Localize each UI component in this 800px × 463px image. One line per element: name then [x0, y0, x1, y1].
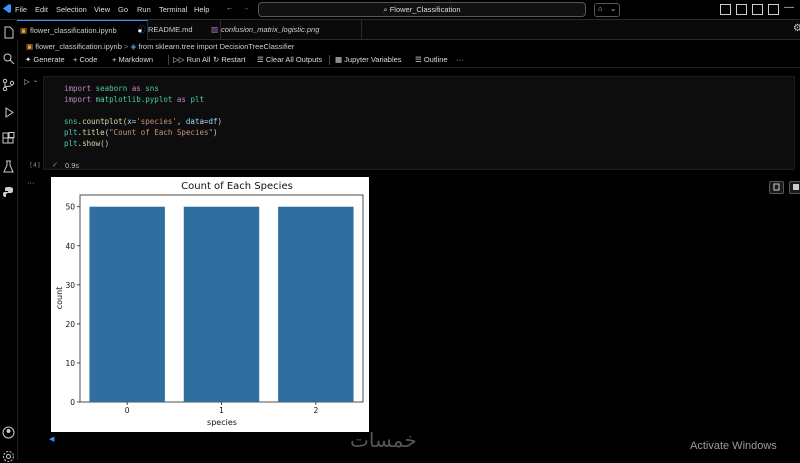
tab-flower-classification[interactable]: ▣ flower_classification.ipynb ● — [17, 20, 148, 40]
chart-title: Count of Each Species — [181, 181, 293, 192]
variables-icon: ▦ — [335, 55, 345, 64]
account-icon[interactable] — [2, 426, 15, 439]
tab-label: flower_classification.ipynb — [30, 26, 117, 35]
breadcrumb-file[interactable]: flower_classification.ipynb — [35, 42, 122, 51]
outline-button[interactable]: ☰ Outline — [415, 53, 448, 67]
y-tick-label: 0 — [70, 398, 75, 407]
notebook-file-icon: ▣ — [20, 26, 28, 35]
back-arrow-icon[interactable]: ← — [226, 3, 234, 12]
bar — [89, 206, 165, 402]
notebook-toolbar: ✦ Generate + Code + Markdown ▷▷ Run All … — [17, 53, 800, 68]
code-line: sns.countplot(x='species', data=df) — [64, 117, 223, 126]
chevron-down-icon[interactable]: ⌄ — [33, 77, 38, 84]
code-line: import seaborn as sns — [64, 84, 159, 93]
y-tick-label: 30 — [65, 281, 75, 290]
run-all-icon: ▷▷ — [173, 55, 187, 64]
check-icon: ✓ — [52, 160, 59, 169]
chevron-down-icon: ⌄ — [610, 4, 617, 13]
jupyter-variables-button[interactable]: ▦ Jupyter Variables — [335, 53, 402, 67]
menu-file[interactable]: File — [15, 3, 27, 16]
y-tick-label: 20 — [65, 320, 75, 329]
menu-view[interactable]: View — [94, 3, 110, 16]
x-tick-label: 0 — [125, 406, 130, 415]
activate-windows-watermark: Activate Windows — [690, 440, 777, 452]
info-file-icon: ⓘ — [138, 25, 146, 34]
breadcrumb: ▣ flower_classification.ipynb > ◈ from s… — [26, 40, 294, 53]
x-tick-label: 2 — [313, 406, 318, 415]
tab-label: README.md — [148, 25, 193, 34]
copy-icon — [773, 183, 780, 191]
execution-time: 0.9s — [65, 161, 80, 170]
clear-all-icon: ☰ — [257, 55, 266, 64]
customize-layout-icon[interactable] — [768, 4, 779, 15]
menu-go[interactable]: Go — [118, 3, 128, 16]
breadcrumb-symbol[interactable]: from sklearn.tree import DecisionTreeCla… — [138, 42, 294, 51]
forward-arrow-icon[interactable]: → — [242, 3, 250, 12]
y-tick-label: 40 — [65, 242, 75, 251]
copy-output-button[interactable] — [769, 181, 784, 194]
title-bar: File Edit Selection View Go Run Terminal… — [0, 0, 800, 20]
save-icon — [793, 184, 799, 190]
toggle-secondary-sidebar-icon[interactable] — [752, 4, 763, 15]
toggle-panel-icon[interactable] — [736, 4, 747, 15]
add-markdown-button[interactable]: + Markdown — [112, 53, 153, 67]
toolbar-divider — [329, 55, 330, 65]
run-all-button[interactable]: ▷▷ Run All — [173, 53, 210, 67]
output-more-button[interactable]: ··· — [27, 178, 35, 187]
menu-help[interactable]: Help — [194, 3, 209, 16]
tab-label: confusion_matrix_logistic.png — [221, 25, 320, 34]
bar — [278, 206, 354, 402]
menu-edit[interactable]: Edit — [35, 3, 48, 16]
y-axis-label: count — [55, 287, 64, 310]
extensions-icon[interactable] — [2, 132, 15, 145]
code-line: import matplotlib.pyplot as plt — [64, 95, 204, 104]
copilot-icon: ⌂ — [598, 4, 603, 13]
save-output-button[interactable] — [789, 181, 800, 194]
clear-outputs-button[interactable]: ☰ Clear All Outputs — [257, 53, 322, 67]
editor-tabs: ▣ flower_classification.ipynb ● ⓘ README… — [17, 20, 800, 40]
y-tick-label: 10 — [65, 359, 75, 368]
notebook-file-icon: ▣ — [26, 42, 34, 51]
scroll-left-icon[interactable]: ◀ — [49, 435, 54, 443]
bar — [183, 206, 260, 402]
toolbar-divider — [168, 55, 169, 65]
activity-bar — [0, 20, 18, 463]
add-code-button[interactable]: + Code — [73, 53, 97, 67]
minimize-icon[interactable]: — — [784, 2, 794, 13]
execution-count: [4] — [29, 161, 41, 169]
menu-run[interactable]: Run — [137, 3, 151, 16]
more-actions-button[interactable]: ··· — [456, 53, 464, 67]
menu-terminal[interactable]: Terminal — [159, 3, 187, 16]
tab-confusion-matrix[interactable]: ▨ confusion_matrix_logistic.png — [208, 20, 362, 39]
search-icon[interactable] — [2, 52, 15, 65]
code-cell-icon: ◈ — [130, 42, 137, 51]
image-file-icon: ▨ — [211, 25, 219, 34]
y-tick-label: 50 — [65, 203, 75, 212]
source-control-icon[interactable] — [2, 78, 15, 91]
restart-button[interactable]: ↻ Restart — [213, 53, 246, 67]
explorer-icon[interactable] — [2, 26, 15, 39]
generate-button[interactable]: ✦ Generate — [25, 53, 65, 67]
outline-icon: ☰ — [415, 55, 424, 64]
command-center-search[interactable]: ⌕ Flower_Classification — [258, 2, 586, 17]
toggle-sidebar-icon[interactable] — [720, 4, 731, 15]
copilot-button[interactable]: ⌂ ⌄ — [594, 3, 620, 17]
editor-settings-gear-icon[interactable]: ⚙ — [793, 23, 800, 34]
vscode-logo-icon — [2, 4, 11, 13]
x-axis-label: species — [207, 418, 237, 427]
countplot-chart: Count of Each Species 0 10 20 30 40 50 0 1 2 sp… — [55, 181, 364, 427]
x-tick-label: 1 — [219, 406, 224, 415]
watermark-logo: خمسات — [350, 428, 417, 452]
menu-selection[interactable]: Selection — [56, 3, 87, 16]
run-debug-icon[interactable] — [2, 106, 15, 119]
search-value: Flower_Classification — [389, 5, 461, 14]
plot-output: Count of Each Species 0 10 20 30 40 50 0 1 2 sp… — [51, 177, 369, 432]
settings-gear-icon[interactable] — [2, 450, 15, 463]
testing-icon[interactable] — [2, 160, 15, 173]
code-cell[interactable]: import seaborn as sns import matplotlib.… — [43, 76, 795, 170]
code-line: plt.show() — [64, 139, 110, 148]
run-cell-icon[interactable]: ▷ — [24, 77, 30, 86]
code-line: plt.title("Count of Each Species") — [64, 128, 218, 137]
python-icon[interactable] — [2, 186, 15, 199]
